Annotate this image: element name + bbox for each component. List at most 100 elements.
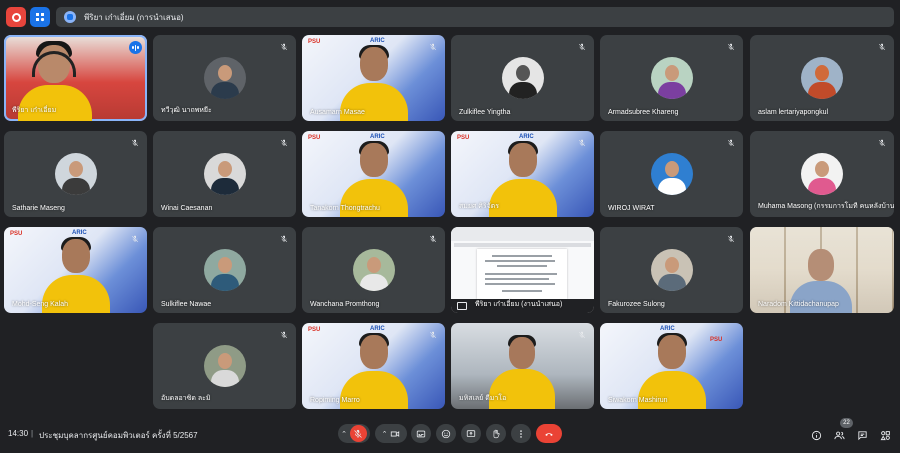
presenter-banner[interactable]: พีริยา เก๋าเอี่ยม (การนำเสนอ)	[56, 7, 894, 27]
activities-panel-button[interactable]	[879, 429, 891, 441]
raise-hand-button[interactable]	[486, 424, 506, 443]
clock: 14:30	[8, 429, 29, 438]
document-toolbar	[451, 227, 594, 241]
chat-icon	[857, 430, 867, 440]
present-icon	[457, 302, 467, 310]
avatar	[54, 153, 97, 195]
mic-off-icon	[427, 329, 438, 340]
participant-tile[interactable]: Armadsubree Khareng	[600, 35, 743, 121]
participant-tile[interactable]: PSU ARIC Mohd-Seng Kalah	[4, 227, 147, 313]
aric-logo: ARIC	[519, 134, 534, 140]
mic-off-icon	[129, 233, 140, 244]
participant-tile[interactable]: ARIC PSU Siwakorn Mashirun	[600, 323, 743, 409]
participant-tile[interactable]: ทวีวุฒิ นาถพหยีะ	[153, 35, 296, 121]
participant-tile[interactable]: Muhama Masong (กรรมการโมที คนหลังบ้าน)	[750, 131, 894, 217]
mic-off-icon	[576, 41, 587, 52]
recording-button[interactable]	[6, 7, 26, 27]
chat-button[interactable]	[856, 429, 868, 441]
record-icon	[11, 12, 21, 22]
mic-off-icon	[725, 137, 736, 148]
participant-tile[interactable]: Winai Caesanan	[153, 131, 296, 217]
avatar	[650, 57, 693, 99]
camera-button[interactable]: ⌃	[375, 424, 407, 443]
psu-logo: PSU	[710, 337, 723, 343]
participant-tile[interactable]: Sulkiflee Nawae	[153, 227, 296, 313]
mic-off-icon	[725, 233, 736, 244]
participant-tile[interactable]: มหิสเลย์ ดีมาโอ	[451, 323, 594, 409]
present-icon	[466, 429, 476, 437]
psu-logo: PSU	[308, 39, 321, 45]
participant-tile[interactable]: PSU ARIC สมยศ ศิริจัตร	[451, 131, 594, 217]
participant-tile-self[interactable]: พีริยา เก๋าเอี่ยม	[4, 35, 147, 121]
aric-logo: ARIC	[370, 134, 385, 140]
info-icon	[811, 430, 821, 440]
participant-tile[interactable]: Naradom Kittidachanupap	[750, 227, 894, 313]
present-button[interactable]	[461, 424, 481, 443]
participant-tile[interactable]: PSU ARIC Ausamarn Masae	[302, 35, 445, 121]
speaking-icon	[129, 41, 142, 54]
mic-off-icon	[278, 137, 289, 148]
participant-name: aslam lertariyapongkul	[758, 109, 829, 116]
captions-button[interactable]	[411, 424, 431, 443]
avatar	[203, 57, 246, 99]
end-call-button[interactable]	[536, 424, 562, 443]
participant-name: Zulkiflee Yingtha	[459, 109, 511, 116]
participant-tile[interactable]: PSU ARIC Tanakorn Thongtrachu	[302, 131, 445, 217]
participant-name: Winai Caesanan	[161, 205, 213, 212]
presentation-icon	[64, 11, 76, 23]
camera-icon	[391, 430, 400, 437]
activities-button[interactable]	[30, 7, 50, 27]
emoji-button[interactable]	[436, 424, 456, 443]
mic-off-icon	[129, 137, 140, 148]
raise-hand-icon	[493, 429, 500, 438]
document-page	[477, 249, 567, 299]
mic-off-icon	[278, 41, 289, 52]
bottom-bar: 14:30 | ประชุมบุคลากรศูนย์คอมพิวเตอร์ คร…	[0, 416, 900, 453]
separator: |	[31, 429, 34, 438]
meeting-title: ประชุมบุคลากรศูนย์คอมพิวเตอร์ ครั้งที่ 5…	[39, 431, 198, 440]
participant-name: WIROJ WIRAT	[608, 205, 655, 212]
meeting-info-button[interactable]	[810, 429, 822, 441]
mic-button[interactable]: ⌃	[338, 424, 370, 443]
mic-off-icon	[876, 137, 887, 148]
participant-tile[interactable]: Fakurozee Sulong	[600, 227, 743, 313]
avatar	[801, 153, 843, 195]
participant-tile[interactable]: WIROJ WIRAT	[600, 131, 743, 217]
psu-logo: PSU	[457, 135, 470, 141]
participant-count-badge: 22	[840, 418, 853, 428]
participant-name: สมยศ ศิริจัตร	[459, 203, 499, 210]
aric-logo: ARIC	[660, 326, 675, 332]
participant-name: Ausamarn Masae	[310, 109, 365, 116]
mic-off-icon	[427, 233, 438, 244]
participant-name: Mohd-Seng Kalah	[12, 301, 69, 308]
participant-tile[interactable]: PSU ARIC Ropiming Marro	[302, 323, 445, 409]
participant-name: Tanakorn Thongtrachu	[310, 205, 380, 212]
mic-off-icon	[278, 233, 289, 244]
avatar	[203, 249, 246, 291]
more-icon	[520, 429, 522, 438]
avatar	[650, 249, 693, 291]
psu-logo: PSU	[10, 231, 23, 237]
avatar	[501, 57, 544, 99]
participant-name: Naradom Kittidachanupap	[758, 301, 839, 308]
screen-share-tile[interactable]: พีริยา เก๋าเอี่ยม (งานนำเสนอ)	[451, 227, 594, 313]
avatar	[203, 153, 246, 195]
mic-off-icon	[576, 329, 587, 340]
mic-off-icon	[876, 41, 887, 52]
participant-name: Muhama Masong (กรรมการโมที คนหลังบ้าน)	[758, 203, 894, 210]
psu-logo: PSU	[308, 327, 321, 333]
participant-name: Armadsubree Khareng	[608, 109, 679, 116]
participant-tile[interactable]: Satharie Maseng	[4, 131, 147, 217]
captions-icon	[416, 430, 426, 437]
participant-tile[interactable]: Wanchana Promthong	[302, 227, 445, 313]
participant-tile[interactable]: Zulkiflee Yingtha	[451, 35, 594, 121]
participant-tile[interactable]: aslam lertariyapongkul	[750, 35, 894, 121]
aric-logo: ARIC	[370, 38, 385, 44]
avatar	[203, 345, 246, 387]
more-options-button[interactable]	[511, 424, 531, 443]
participant-tile[interactable]: อับดลอาซิด ละมิ	[153, 323, 296, 409]
participant-name: Wanchana Promthong	[310, 301, 380, 308]
people-button[interactable]	[833, 429, 845, 441]
chevron-up-icon: ⌃	[341, 430, 347, 438]
participant-name: พีริยา เก๋าเอี่ยม	[12, 107, 57, 114]
